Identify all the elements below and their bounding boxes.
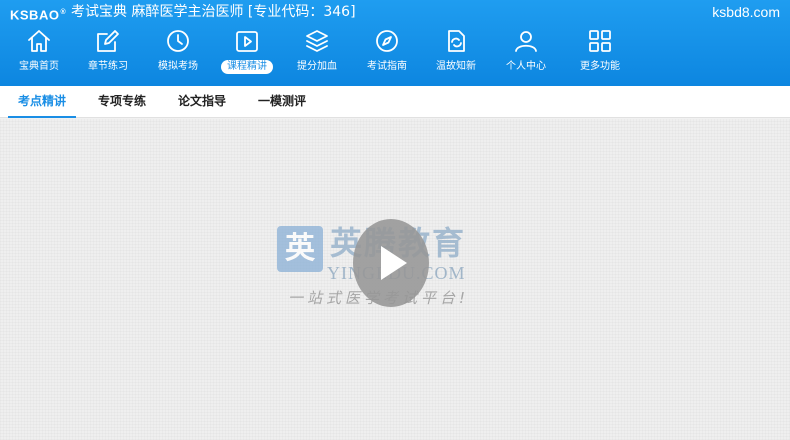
app-header: KSBAO® 考试宝典 麻醉医学主治医师 [专业代码：346] ksbd8.co… — [0, 0, 790, 86]
tab-key-points[interactable]: 考点精讲 — [8, 86, 76, 118]
nav-item-review[interactable]: 温故知新 — [421, 24, 491, 84]
nav-label: 章节练习 — [88, 61, 128, 72]
home-icon — [26, 28, 52, 54]
watermark-badge: 英 — [277, 226, 323, 272]
nav-item-chapter-practice[interactable]: 章节练习 — [73, 24, 143, 84]
clock-icon — [165, 28, 191, 54]
edit-icon — [95, 28, 121, 54]
nav-item-personal-center[interactable]: 个人中心 — [491, 24, 561, 84]
tab-thesis-guidance[interactable]: 论文指导 — [168, 86, 236, 118]
tab-special-practice[interactable]: 专项专练 — [88, 86, 156, 118]
refresh-doc-icon — [443, 28, 469, 54]
nav-label: 宝典首页 — [19, 61, 59, 72]
compass-icon — [374, 28, 400, 54]
logo-registered-mark: ® — [60, 9, 67, 16]
nav-item-mock-exam[interactable]: 模拟考场 — [143, 24, 213, 84]
sub-tabs: 考点精讲 专项专练 论文指导 一模测评 — [0, 86, 790, 118]
video-play-icon — [234, 28, 260, 54]
nav-item-home[interactable]: 宝典首页 — [4, 24, 74, 84]
nav-label: 提分加血 — [297, 61, 337, 72]
grid-icon — [587, 28, 613, 54]
app-logo: KSBAO® — [10, 4, 66, 22]
nav-label: 课程精讲 — [221, 60, 273, 74]
nav-item-course-lectures[interactable]: 课程精讲 — [212, 24, 282, 84]
nav-label: 个人中心 — [506, 61, 546, 72]
nav-item-exam-guide[interactable]: 考试指南 — [352, 24, 422, 84]
nav-label: 更多功能 — [580, 61, 620, 72]
play-icon — [353, 219, 429, 307]
nav-label: 模拟考场 — [158, 61, 198, 72]
nav-label: 考试指南 — [367, 61, 407, 72]
tab-mock-assessment[interactable]: 一模测评 — [248, 86, 316, 118]
play-button[interactable] — [351, 218, 431, 308]
main-nav: 宝典首页 章节练习 模拟考场 课程精讲 提分加血 考试指南 温故知新 个人中心 … — [0, 24, 790, 86]
nav-label: 温故知新 — [436, 61, 476, 72]
site-domain: ksbd8.com — [712, 4, 780, 20]
layers-icon — [304, 28, 330, 54]
nav-item-more[interactable]: 更多功能 — [565, 24, 635, 84]
logo-text: KSBAO — [10, 7, 60, 23]
user-icon — [513, 28, 539, 54]
app-title: 考试宝典 麻醉医学主治医师 [专业代码：346] — [71, 4, 356, 20]
nav-item-score-boost[interactable]: 提分加血 — [282, 24, 352, 84]
